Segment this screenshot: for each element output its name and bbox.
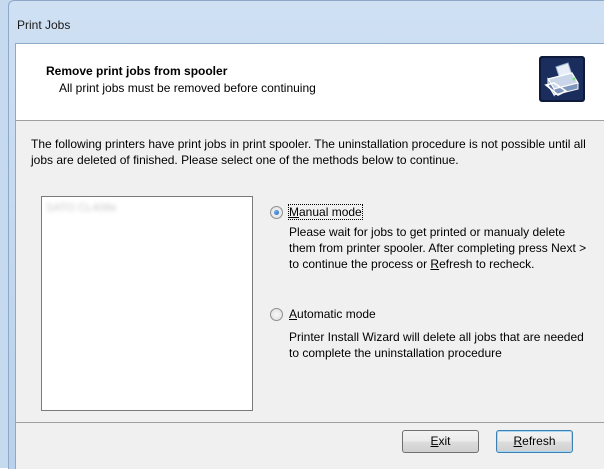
- manual-mode-radio[interactable]: [270, 205, 283, 219]
- exit-button[interactable]: Exit: [402, 430, 479, 453]
- automatic-mode-option[interactable]: Automatic mode: [270, 306, 376, 322]
- dialog-client-area: Remove print jobs from spooler All print…: [15, 43, 604, 469]
- automatic-mode-description: Printer Install Wizard will delete all j…: [289, 330, 584, 360]
- refresh-button[interactable]: Refresh: [496, 430, 573, 453]
- window-title: Print Jobs: [17, 18, 71, 32]
- manual-mode-label[interactable]: Manual mode: [288, 204, 363, 220]
- printer-icon: [539, 56, 585, 102]
- wizard-header: Remove print jobs from spooler All print…: [16, 44, 604, 121]
- automatic-mode-radio[interactable]: [270, 307, 283, 321]
- printer-listbox[interactable]: SATO CL408e: [41, 196, 253, 411]
- footer-divider: [16, 422, 604, 423]
- header-title: Remove print jobs from spooler: [46, 64, 228, 78]
- manual-mode-option[interactable]: Manual mode: [270, 204, 363, 220]
- automatic-mode-label[interactable]: Automatic mode: [289, 307, 376, 321]
- intro-text: The following printers have print jobs i…: [31, 137, 586, 167]
- dialog-window: Print Jobs Remove print jobs from spoole…: [0, 0, 604, 469]
- list-item[interactable]: SATO CL408e: [46, 201, 117, 215]
- manual-mode-description: Please wait for jobs to get printed or m…: [289, 225, 587, 271]
- header-subtitle: All print jobs must be removed before co…: [59, 81, 316, 95]
